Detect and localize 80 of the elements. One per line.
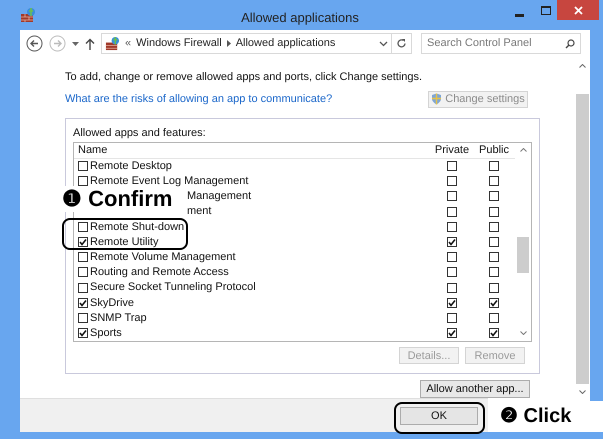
checkbox[interactable] [489,252,499,262]
checkbox[interactable] [78,267,88,278]
scroll-thumb[interactable] [517,236,529,272]
checkbox[interactable] [78,176,88,186]
checkbox[interactable] [78,161,88,172]
allow-another-app-button[interactable]: Allow another app... [420,380,530,398]
checkbox[interactable] [489,191,499,202]
checkbox[interactable] [447,252,457,262]
column-header[interactable]: Name [74,142,431,158]
scroll-down-icon[interactable] [579,390,586,394]
checkbox[interactable] [447,237,457,248]
refresh-icon [396,38,407,49]
app-name: SNMP Trap [90,310,147,326]
app-name: Sports [90,326,122,341]
close-button[interactable] [557,0,599,20]
scroll-up-icon[interactable] [520,148,527,152]
column-header[interactable]: Private [431,142,473,158]
checkbox[interactable] [489,237,499,248]
search-field[interactable]: Search Control Panel [421,33,581,54]
instructions-text: To add, change or remove allowed apps and ports, click Change settings. [65,70,424,85]
column-header[interactable]: Public [473,142,515,158]
up-icon[interactable] [85,38,95,50]
close-icon [574,6,582,14]
chevron-down-icon[interactable] [379,40,388,46]
search-input[interactable]: Search Control Panel [427,35,565,52]
breadcrumb[interactable]: Allowed applications [236,35,336,52]
shield-icon [431,93,442,105]
checkbox[interactable] [447,176,457,186]
maximize-icon[interactable] [541,6,551,15]
app-name: ment [187,205,212,218]
checkbox[interactable] [447,161,457,172]
checkbox[interactable] [78,298,88,308]
app-name: Remote Utility [90,234,158,250]
search-icon [565,38,575,48]
checkbox[interactable] [489,267,499,278]
group-title: Allowed apps and features: [73,126,207,140]
dropdown-icon[interactable] [72,42,79,46]
checkbox[interactable] [447,222,457,232]
breadcrumb[interactable]: Windows Firewall [136,35,222,52]
app-name: Management [187,190,252,202]
checkbox[interactable] [78,222,88,232]
checkbox[interactable] [489,176,499,186]
checkbox[interactable] [489,206,499,217]
checkbox[interactable] [447,206,457,217]
address-field[interactable]: « Windows Firewall Allowed applications [101,33,392,54]
window-title: Allowed applications [240,9,360,27]
app-name: Remote Desktop [90,158,172,174]
path-overflow[interactable]: « [125,35,132,52]
checkbox[interactable] [489,328,499,338]
scroll-down-icon[interactable] [520,330,527,334]
checkbox[interactable] [489,222,499,232]
checkbox[interactable] [447,191,457,202]
checkbox[interactable] [78,312,88,323]
checkbox[interactable] [78,237,88,248]
checkbox[interactable] [489,312,499,323]
back-icon[interactable] [26,35,43,52]
checkbox[interactable] [489,298,499,308]
app-name: Remote Volume Management [90,250,236,265]
checkbox[interactable] [447,282,457,293]
app-name: Routing and Remote Access [90,265,229,280]
refresh-button[interactable] [392,33,412,54]
checkbox[interactable] [447,267,457,278]
checkbox[interactable] [78,282,88,293]
ok-button[interactable]: OK [400,406,478,424]
app-name: Remote Shut-down [90,220,184,235]
scroll-thumb[interactable] [576,94,589,384]
checkbox[interactable] [78,252,88,262]
checkbox[interactable] [447,298,457,308]
checkbox[interactable] [489,282,499,293]
firewall-icon [20,7,36,23]
scroll-up-icon[interactable] [579,64,586,68]
checkbox[interactable] [489,161,499,172]
app-name: SkyDrive [90,296,134,311]
app-name: Secure Socket Tunneling Protocol [90,280,256,296]
breadcrumb-separator-icon [226,40,231,47]
risks-link[interactable]: What are the risks of allowing an app to communicate? [65,90,332,108]
checkbox[interactable] [78,328,88,338]
checkbox[interactable] [447,328,457,338]
firewall-icon [105,36,120,51]
checkbox[interactable] [447,312,457,323]
